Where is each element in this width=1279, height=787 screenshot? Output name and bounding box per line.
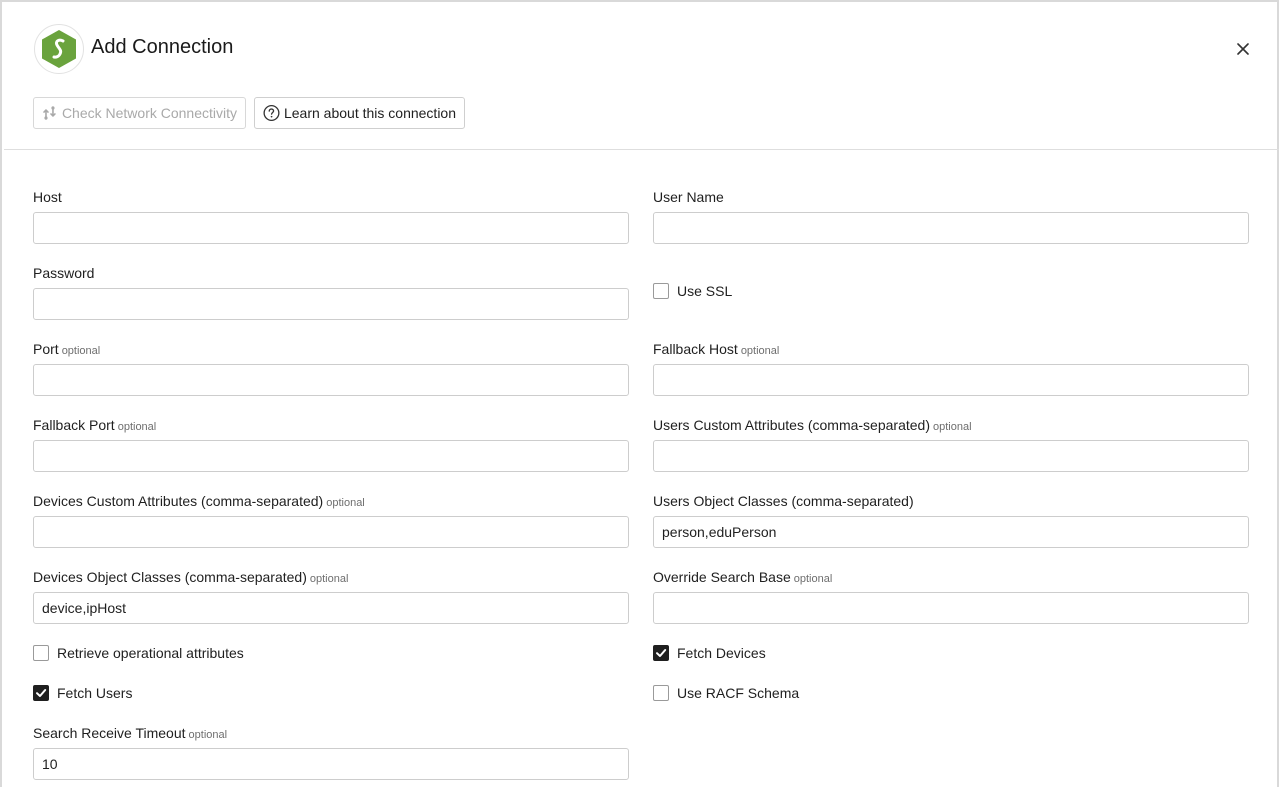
host-label: Host: [33, 189, 62, 205]
add-connection-dialog: Add Connection Check Network Connectivit…: [0, 0, 1279, 787]
network-check-icon: [43, 106, 56, 120]
users-object-classes-label: Users Object Classes (comma-separated): [653, 493, 914, 509]
optional-tag: optional: [932, 421, 972, 433]
checkmark-icon: [656, 649, 667, 657]
optional-tag: optional: [326, 497, 365, 509]
users-custom-attributes-label: Users Custom Attributes (comma-separated…: [653, 417, 972, 433]
learn-about-connection-button[interactable]: Learn about this connection: [254, 97, 465, 129]
check-network-label: Check Network Connectivity: [61, 105, 237, 121]
optional-tag: optional: [117, 421, 157, 433]
header-divider: [4, 149, 1279, 150]
users-custom-attributes-input[interactable]: [653, 440, 1249, 472]
host-input[interactable]: [33, 212, 629, 244]
optional-tag: optional: [188, 729, 228, 741]
help-circle-icon: [263, 104, 280, 122]
checkmark-icon: [36, 689, 47, 697]
search-receive-timeout-input[interactable]: [33, 748, 629, 780]
search-receive-timeout-label: Search Receive Timeout optional: [33, 725, 228, 741]
check-network-connectivity-button[interactable]: Check Network Connectivity: [33, 97, 246, 129]
close-icon[interactable]: [1231, 37, 1255, 61]
user-name-input[interactable]: [653, 212, 1249, 244]
devices-object-classes-label: Devices Object Classes (comma-separated)…: [33, 569, 349, 585]
use-ssl-checkbox[interactable]: [653, 283, 669, 299]
use-racf-schema-checkbox[interactable]: [653, 685, 669, 701]
learn-label: Learn about this connection: [283, 105, 456, 121]
password-input[interactable]: [33, 288, 629, 320]
optional-tag: optional: [793, 573, 833, 585]
fallback-host-label: Fallback Host optional: [653, 341, 780, 357]
fetch-devices-label: Fetch Devices: [677, 645, 766, 661]
password-label: Password: [33, 265, 95, 281]
devices-custom-attributes-label: Devices Custom Attributes (comma-separat…: [33, 493, 365, 509]
optional-tag: optional: [740, 345, 780, 357]
connection-logo-icon: [34, 24, 84, 74]
retrieve-operational-attributes-checkbox[interactable]: [33, 645, 49, 661]
use-racf-schema-label: Use RACF Schema: [677, 685, 800, 701]
devices-custom-attributes-input[interactable]: [33, 516, 629, 548]
retrieve-operational-attributes-label: Retrieve operational attributes: [57, 645, 244, 661]
optional-tag: optional: [61, 345, 101, 357]
port-input[interactable]: [33, 364, 629, 396]
fetch-devices-checkbox[interactable]: [653, 645, 669, 661]
use-ssl-label: Use SSL: [677, 283, 733, 299]
users-object-classes-input[interactable]: [653, 516, 1249, 548]
fallback-port-input[interactable]: [33, 440, 629, 472]
override-search-base-input[interactable]: [653, 592, 1249, 624]
dialog-title: Add Connection: [91, 36, 234, 58]
override-search-base-label: Override Search Base optional: [653, 569, 833, 585]
devices-object-classes-input[interactable]: [33, 592, 629, 624]
user-name-label: User Name: [653, 189, 724, 205]
port-label: Port optional: [33, 341, 101, 357]
fallback-port-label: Fallback Port optional: [33, 417, 157, 433]
fetch-users-checkbox[interactable]: [33, 685, 49, 701]
fallback-host-input[interactable]: [653, 364, 1249, 396]
fetch-users-label: Fetch Users: [57, 685, 133, 701]
optional-tag: optional: [309, 573, 349, 585]
